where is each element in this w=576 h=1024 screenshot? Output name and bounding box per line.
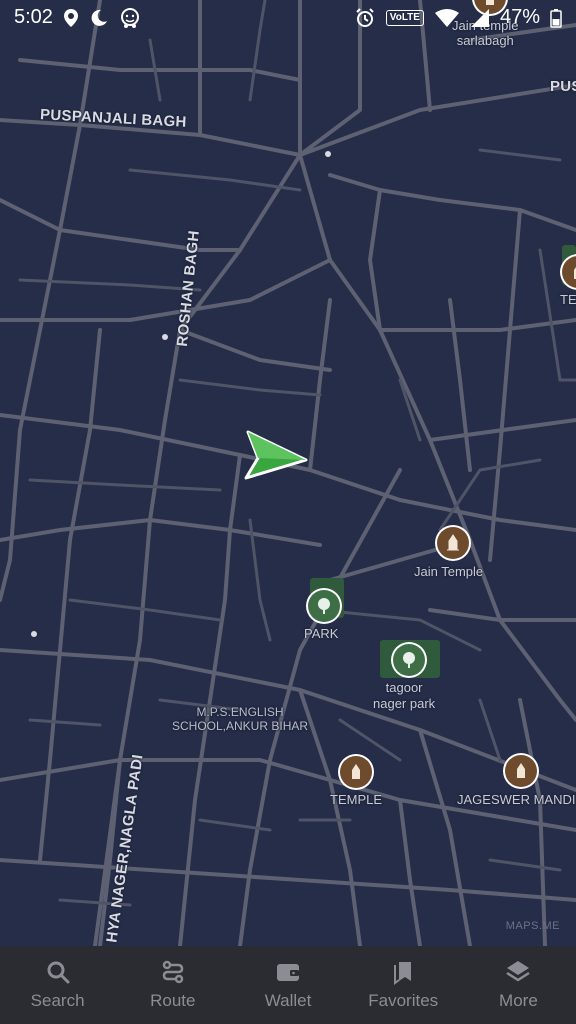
location-icon (63, 8, 78, 27)
nav-more-label: More (499, 991, 538, 1010)
status-bar: 5:02 VoLTE 47% (0, 0, 576, 34)
night-mode-icon (91, 9, 107, 26)
battery-percent: 47% (499, 6, 540, 28)
poi-label-line: sarlabagh (456, 33, 514, 48)
waze-icon (120, 7, 139, 28)
bottom-navigation: Search Route Wallet Favorites More (0, 946, 576, 1024)
temple-icon (447, 534, 459, 551)
nav-route-label: Route (150, 991, 196, 1010)
poi-label-jain-temple: Jain Temple (414, 564, 484, 579)
temple-icon (352, 764, 360, 779)
poi-label-line: nager park (373, 696, 436, 711)
jageswer-temple-marker[interactable] (505, 755, 537, 787)
tagoor-park-marker[interactable] (393, 644, 425, 676)
signal-icon (470, 8, 489, 27)
nav-search-button[interactable]: Search (0, 946, 115, 1024)
tree-icon (403, 652, 415, 668)
wifi-icon (434, 8, 459, 27)
jain-temple-marker[interactable] (437, 527, 469, 559)
poi-label-te: TE (560, 292, 576, 307)
bookmarks-icon (394, 962, 412, 985)
poi-label-line: SCHOOL,ANKUR BIHAR (172, 719, 309, 733)
temple-icon (574, 267, 576, 279)
wallet-icon (277, 964, 299, 981)
temple-marker[interactable] (340, 756, 372, 788)
nav-favorites-button[interactable]: Favorites (346, 946, 461, 1024)
nav-wallet-label: Wallet (264, 991, 312, 1010)
poi-label-park: PARK (304, 626, 339, 641)
poi-label-tagoor: tagoor nager park (373, 680, 435, 712)
nav-search-label: Search (30, 991, 85, 1010)
poi-label-school: M.P.S.ENGLISH SCHOOL,ANKUR BIHAR (172, 705, 308, 733)
poi-label-jageswer: JAGESWER MANDI (457, 792, 576, 807)
nav-wallet-button[interactable]: Wallet (230, 946, 345, 1024)
battery-icon (550, 8, 562, 28)
street-label-pus: PUS (550, 78, 576, 95)
map-view[interactable]: PUSPANJALI BAGH ROSHAN BAGH HYA NAGER,NA… (0, 0, 576, 946)
temple-icon (517, 763, 525, 778)
layers-icon (506, 961, 531, 982)
search-icon (47, 961, 70, 984)
volte-badge: VoLTE (385, 9, 424, 26)
tree-icon (318, 598, 330, 614)
route-icon (162, 960, 184, 984)
maps-me-watermark: MAPS.ME (505, 920, 560, 932)
poi-label-line: M.P.S.ENGLISH (196, 705, 284, 719)
position-arrow-icon (244, 430, 308, 480)
nav-more-button[interactable]: More (461, 946, 576, 1024)
park-marker[interactable] (308, 590, 340, 622)
nav-route-button[interactable]: Route (115, 946, 230, 1024)
status-time: 5:02 (14, 6, 53, 28)
nav-favorites-label: Favorites (368, 991, 439, 1010)
alarm-icon (356, 7, 374, 27)
poi-label-temple: TEMPLE (330, 792, 383, 807)
poi-label-line: tagoor (385, 680, 423, 695)
